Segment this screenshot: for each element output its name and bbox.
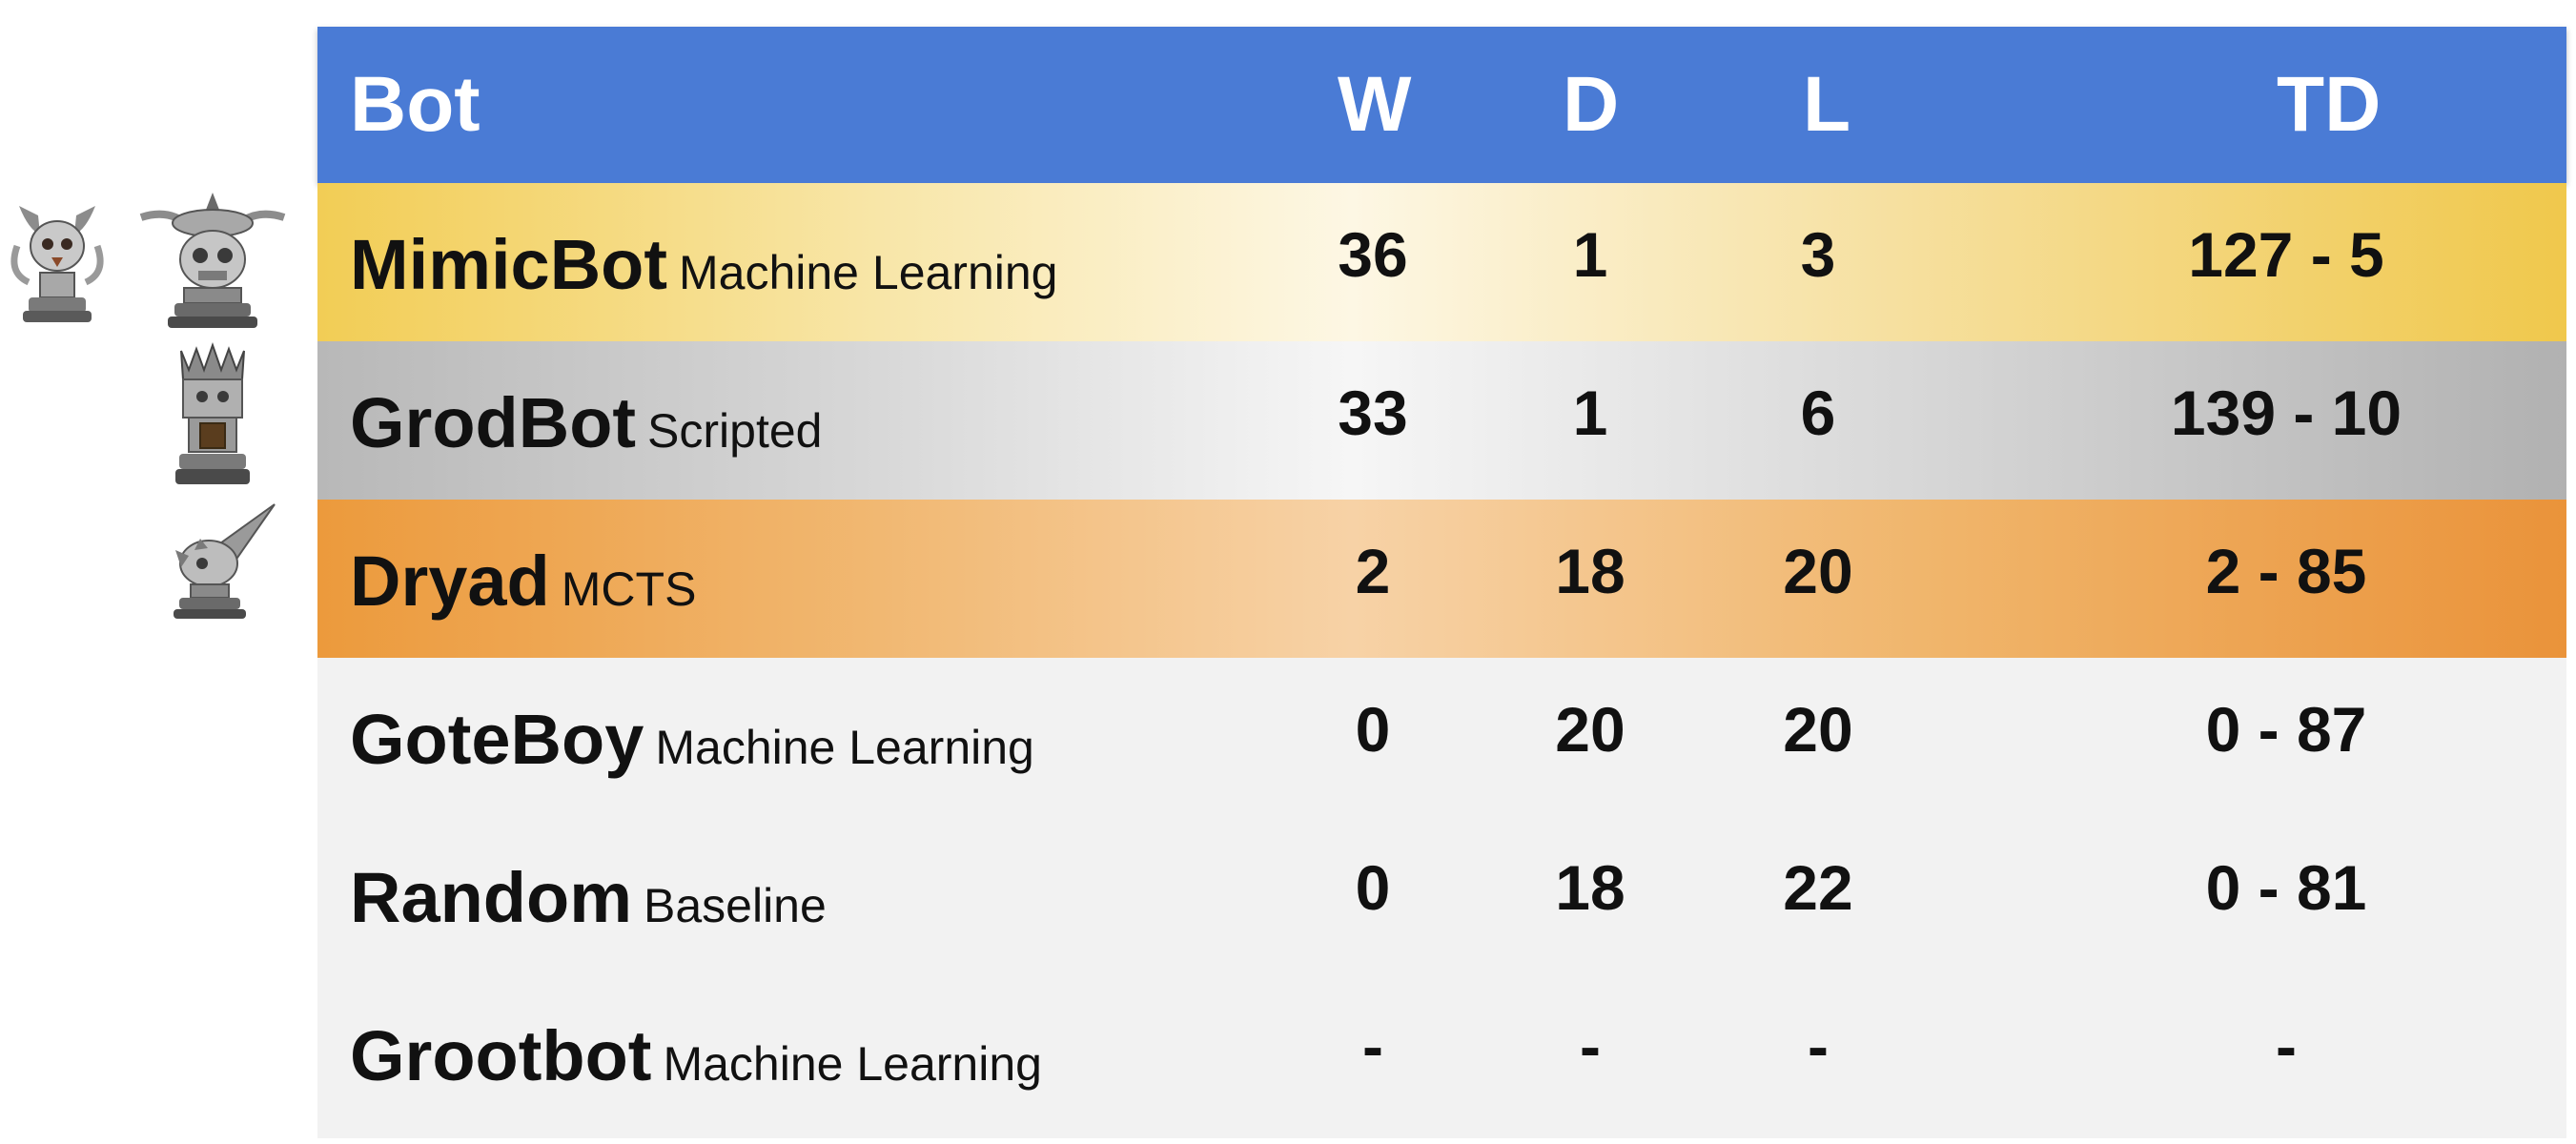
bot-cell: GoteBoy Machine Learning [350, 699, 1034, 780]
table-header: Bot W D L TD [317, 27, 2566, 183]
bot-type: Machine Learning [663, 1037, 1042, 1091]
header-draws: D [1563, 61, 1620, 148]
draws-cell: 1 [1572, 219, 1608, 290]
table-row: GoteBoy Machine Learning 0 20 20 0 - 87 [317, 658, 2566, 816]
table-row: Random Baseline 0 18 22 0 - 81 [317, 816, 2566, 974]
losses-cell: 22 [1783, 852, 1853, 923]
bot-type: MCTS [561, 562, 697, 616]
losses-cell: - [1808, 1011, 1829, 1081]
skull-trophy-icon [0, 187, 114, 330]
draws-cell: 18 [1555, 852, 1625, 923]
bot-cell: MimicBot Machine Learning [350, 224, 1058, 305]
td-cell: - [2276, 1011, 2297, 1081]
header-losses: L [1803, 61, 1851, 148]
wins-cell: 0 [1355, 694, 1391, 765]
wins-cell: 36 [1338, 219, 1408, 290]
td-cell: 2 - 85 [2205, 536, 2367, 606]
table-row: Dryad MCTS 2 18 20 2 - 85 [317, 500, 2566, 658]
bot-type: Scripted [647, 404, 823, 458]
bot-name: MimicBot [350, 225, 667, 304]
draws-cell: - [1580, 1011, 1601, 1081]
results-table: Bot W D L TD MimicBot Machine Learning 36… [317, 27, 2566, 1138]
draws-cell: 1 [1572, 378, 1608, 448]
draws-cell: 18 [1555, 536, 1625, 606]
td-cell: 139 - 10 [2170, 378, 2402, 448]
chaos-trophy-icon [132, 189, 294, 332]
bot-cell: Grootbot Machine Learning [350, 1015, 1042, 1096]
bot-type: Machine Learning [679, 246, 1058, 299]
draws-cell: 20 [1555, 694, 1625, 765]
bot-type: Baseline [644, 879, 827, 932]
table-row: Grootbot Machine Learning - - - - [317, 974, 2566, 1133]
bot-cell: Dryad MCTS [350, 541, 696, 622]
bot-name: GrodBot [350, 383, 637, 462]
wins-cell: - [1362, 1011, 1383, 1081]
table-row: MimicBot Machine Learning 36 1 3 127 - 5 [317, 183, 2566, 341]
losses-cell: 3 [1800, 219, 1836, 290]
wins-cell: 0 [1355, 852, 1391, 923]
td-cell: 127 - 5 [2188, 219, 2384, 290]
header-wins: W [1338, 61, 1412, 148]
bot-name: Random [350, 858, 632, 937]
spiked-trophy-icon [156, 500, 280, 624]
losses-cell: 6 [1800, 378, 1836, 448]
wins-cell: 2 [1355, 536, 1391, 606]
td-cell: 0 - 87 [2205, 694, 2367, 765]
bot-name: Dryad [350, 541, 550, 621]
bot-cell: Random Baseline [350, 857, 827, 938]
losses-cell: 20 [1783, 536, 1853, 606]
bot-name: GoteBoy [350, 700, 644, 779]
header-td: TD [2277, 61, 2382, 148]
losses-cell: 20 [1783, 694, 1853, 765]
table-row: GrodBot Scripted 33 1 6 139 - 10 [317, 341, 2566, 500]
trophy-column [0, 0, 315, 1144]
header-bot: Bot [350, 61, 480, 148]
bot-name: Grootbot [350, 1016, 652, 1095]
td-cell: 0 - 81 [2205, 852, 2367, 923]
tower-trophy-icon [170, 341, 256, 494]
wins-cell: 33 [1338, 378, 1408, 448]
bot-cell: GrodBot Scripted [350, 382, 822, 463]
bot-type: Machine Learning [655, 721, 1034, 774]
